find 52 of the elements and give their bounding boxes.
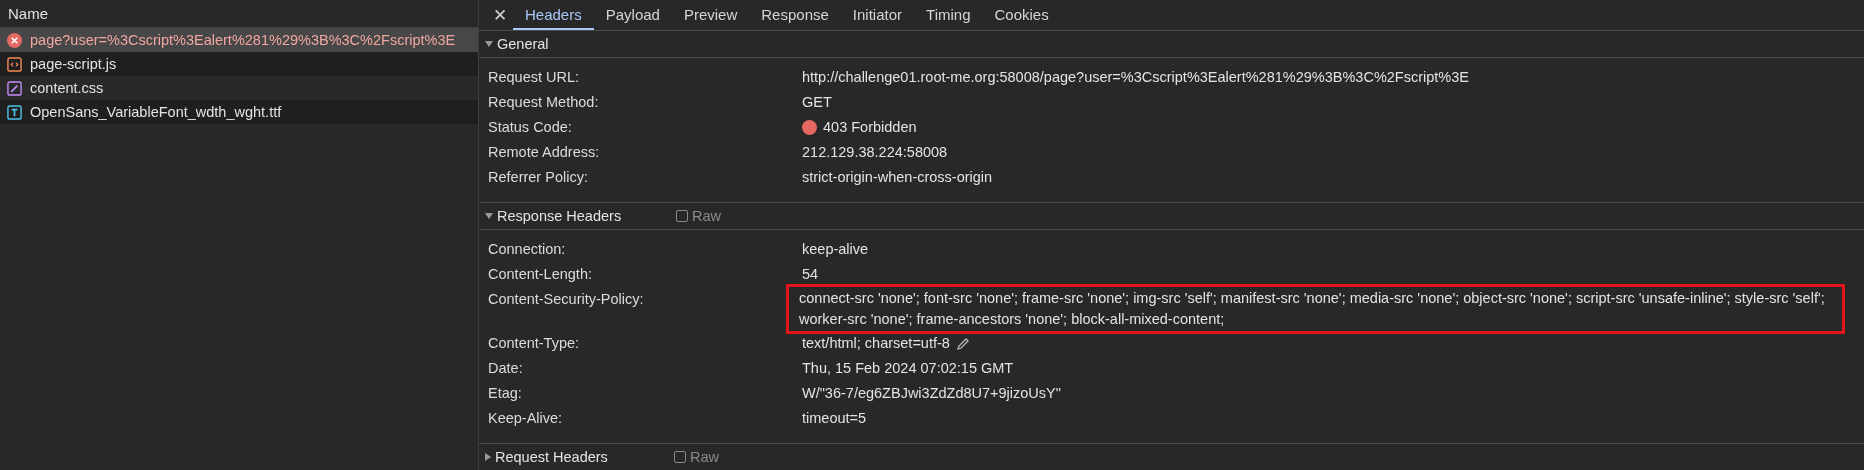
header-name: Status Code: [488,118,573,137]
header-name: Remote Address: [488,143,601,162]
expand-triangle-icon[interactable] [485,213,493,219]
header-value: 403 Forbidden [823,118,917,137]
header-name: Content-Length: [488,265,593,284]
request-name: content.css [30,80,104,96]
tab[interactable]: Initiator [840,0,915,30]
header-value: http://challenge01.root-me.org:58008/page?user=%3Cscript%3Ealert%281%29%3B%3C%2Fscript%3E [802,68,1469,87]
header-name: Etag: [488,384,523,403]
header-value: 54 [802,265,819,284]
highlighted-header-value: connect-src 'none'; font-src 'none'; frame-src 'none'; img-src 'self'; manifest-src 'none'; media-src 'none'; object-src 'none'; script-src 'unsafe-inline'; style-src 'self'; worker-src 'none'; frame-ancestors 'none'; block-all-mixed-content; [789,287,1842,331]
header-value: strict-origin-when-cross-origin [802,168,993,187]
tab[interactable]: Payload [593,0,672,30]
header-value: keep-alive [802,240,869,259]
expand-triangle-icon[interactable] [485,41,493,47]
request-row[interactable]: page?user=%3Cscript%3Ealert%281%29%3B%3C%2Fscript%3E [0,28,478,52]
header-name: Date: [488,359,524,378]
raw-checkbox[interactable]: Raw [674,449,719,465]
stylesheet-file-icon [7,80,22,96]
font-file-icon [7,104,22,120]
error-icon [7,32,22,48]
pencil-icon[interactable] [955,336,970,351]
header-name: Referrer Policy: [488,168,589,187]
tab[interactable]: Cookies [982,0,1061,30]
header-name: Content-Security-Policy: [488,290,645,309]
header-value: Thu, 15 Feb 2024 07:02:15 GMT [802,359,1014,378]
header-name: Request URL: [488,68,581,87]
expand-triangle-icon[interactable] [485,453,491,461]
header-name: Request Method: [488,93,600,112]
request-name: page?user=%3Cscript%3Ealert%281%29%3B%3C%2Fscript%3E [30,32,456,48]
tab[interactable]: Timing [914,0,983,30]
request-row[interactable]: OpenSans_VariableFont_wdth_wght.ttf [0,100,478,124]
header-value: W/"36-7/eg6ZBJwi3ZdZd8U7+9jizoUsY" [802,384,1061,403]
request-name: page-script.js [30,56,117,72]
request-name: OpenSans_VariableFont_wdth_wght.ttf [30,104,282,120]
code-file-icon [7,56,22,72]
raw-checkbox[interactable]: Raw [676,208,721,224]
tab[interactable]: Headers [513,0,594,30]
close-button[interactable]: ✕ [487,0,513,30]
section-title[interactable]: Request Headers [495,449,670,465]
header-name: Content-Type: [488,334,581,353]
tab[interactable]: Preview [671,0,750,30]
section-title[interactable]: Response Headers [497,208,672,224]
header-value: GET [802,93,832,112]
header-value: 212.129.38.224:58008 [802,143,948,162]
tab[interactable]: Response [749,0,841,30]
header-name: Connection: [488,240,567,259]
header-value: text/html; charset=utf-8 [802,334,950,353]
section-title[interactable]: General [497,36,672,52]
header-value: timeout=5 [802,409,867,428]
header-name: Keep-Alive: [488,409,564,428]
request-row[interactable]: page-script.js [0,52,478,76]
